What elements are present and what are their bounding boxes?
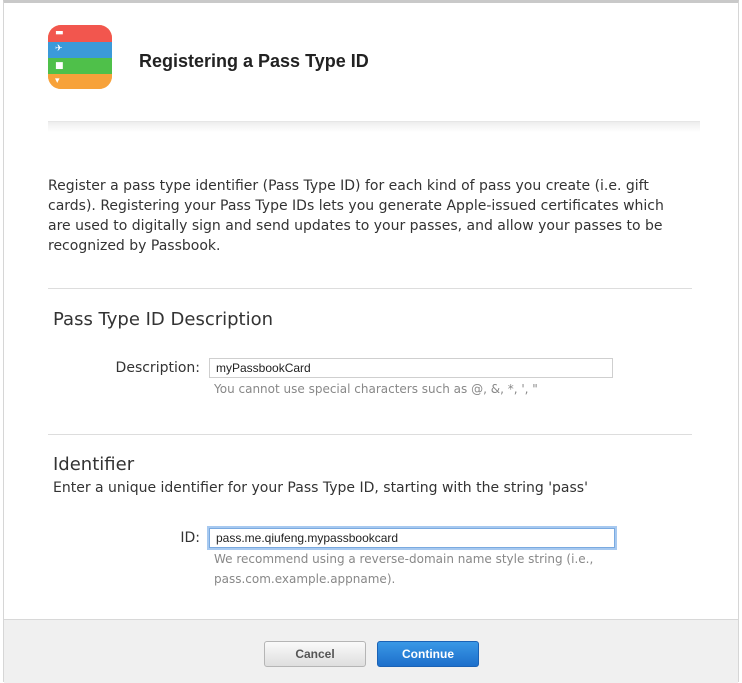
identifier-section-title: Identifier (53, 454, 135, 475)
description-section-title: Pass Type ID Description (53, 309, 274, 330)
airplane-glyph-icon: ✈ (55, 44, 63, 54)
identifier-hint-line1: We recommend using a reverse-domain name… (214, 552, 594, 566)
continue-button[interactable]: Continue (377, 641, 479, 667)
identifier-input[interactable] (209, 528, 615, 548)
section-divider (48, 288, 692, 289)
cancel-button[interactable]: Cancel (264, 641, 366, 667)
id-label: ID: (180, 530, 200, 546)
intro-text: Register a pass type identifier (Pass Ty… (48, 178, 664, 254)
registration-panel: ▬ ✈ ■ ▾ Registering a Pass Type ID Regis… (3, 0, 739, 682)
footer-bar: Cancel Continue (4, 619, 738, 683)
page-title: Registering a Pass Type ID (139, 51, 369, 71)
identifier-subtitle: Enter a unique identifier for your Pass … (53, 480, 588, 496)
section-divider (48, 434, 692, 435)
description-hint: You cannot use special characters such a… (214, 382, 538, 396)
description-label: Description: (115, 360, 200, 376)
header-divider (48, 121, 700, 132)
camera-glyph-icon: ■ (55, 61, 64, 71)
description-input[interactable] (209, 358, 613, 378)
identifier-hint-line2: pass.com.example.appname). (214, 572, 396, 586)
card-glyph-icon: ▬ (55, 28, 64, 38)
passbook-icon: ▬ ✈ ■ ▾ (48, 25, 112, 89)
cup-glyph-icon: ▾ (55, 76, 60, 86)
